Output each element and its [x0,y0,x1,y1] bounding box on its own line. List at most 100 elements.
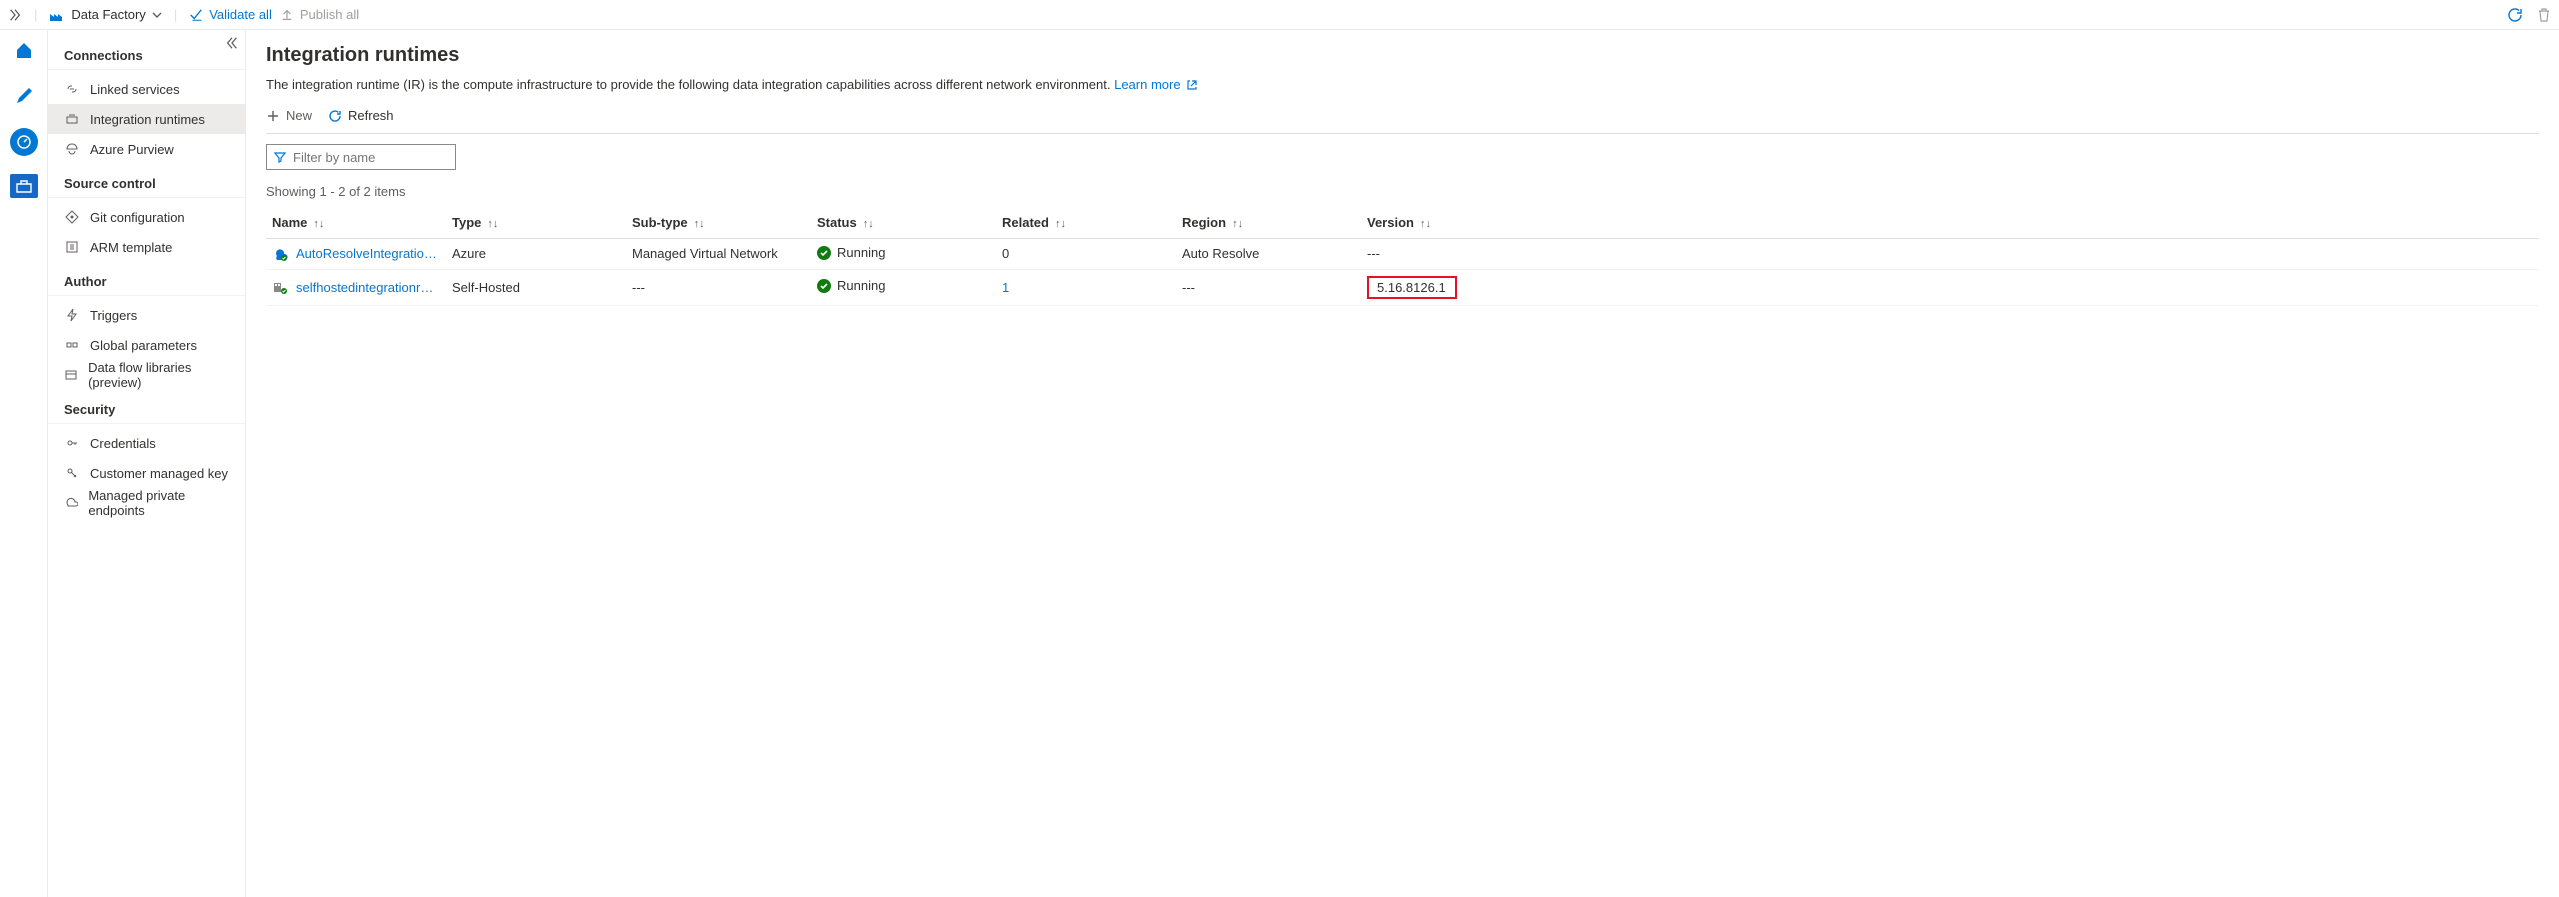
status-text: Running [837,278,885,293]
version-highlight-box: 5.16.8126.1 [1367,276,1457,299]
sidebar-item-credentials[interactable]: Credentials [48,428,245,458]
refresh-icon [328,109,342,123]
sidebar-item-azure-purview[interactable]: Azure Purview [48,134,245,164]
sidebar-item-global-parameters[interactable]: Global parameters [48,330,245,360]
name-text: AutoResolveIntegrationR... [296,246,440,261]
sidebar-item-triggers[interactable]: Triggers [48,300,245,330]
filter-row [266,144,2539,170]
sidebar-item-integration-runtimes[interactable]: Integration runtimes [48,104,245,134]
version-cell: 5.16.8126.1 [1361,269,2539,305]
type-cell: Self-Hosted [446,269,626,305]
rail-monitor[interactable] [10,128,38,156]
sidebar-item-git-configuration[interactable]: Git configuration [48,202,245,232]
breadcrumb: | Data Factory | Validate all Publish al… [8,7,359,22]
plus-icon [266,109,280,123]
name-cell[interactable]: selfhostedintegrationrun... [266,269,446,305]
home-icon [14,40,34,60]
status-cell: Running [811,239,996,270]
sidebar-item-arm-template[interactable]: ARM template [48,232,245,262]
name-text: selfhostedintegrationrun... [296,280,440,295]
col-subtype-header[interactable]: Sub-type↑↓ [626,207,811,239]
refresh-button[interactable]: Refresh [328,108,394,123]
sidebar-item-customer-managed-key[interactable]: Customer managed key [48,458,245,488]
main-area: Connections Linked services Integration … [0,30,2559,897]
table-row: AutoResolveIntegrationR... AzureManaged V… [266,239,2539,270]
type-cell: Azure [446,239,626,270]
data-flow-libraries-icon [64,368,78,382]
rail-manage[interactable] [10,174,38,198]
top-bar: | Data Factory | Validate all Publish al… [0,0,2559,30]
related-cell[interactable]: 1 [996,269,1176,305]
expand-nav-button[interactable] [8,8,22,22]
toolbar-divider [266,133,2539,134]
related-cell: 0 [996,239,1176,270]
col-type-header[interactable]: Type↑↓ [446,207,626,239]
left-rail [0,30,48,897]
discard-button[interactable] [2537,7,2551,23]
sidebar-item-managed-private-endpoints[interactable]: Managed private endpoints [48,488,245,518]
chevron-right-double-icon [8,8,22,22]
validate-icon [189,8,203,22]
region-cell: --- [1176,269,1361,305]
sidebar-item-label: Global parameters [90,338,197,353]
sort-icon: ↑↓ [487,218,498,230]
sidebar-item-data-flow-libraries[interactable]: Data flow libraries (preview) [48,360,245,390]
toolbox-icon [15,178,33,194]
side-panel: Connections Linked services Integration … [48,30,246,897]
col-version-header[interactable]: Version↑↓ [1361,207,2539,239]
publish-all-button[interactable]: Publish all [280,7,359,22]
validate-all-label: Validate all [209,7,272,22]
linked-services-icon [64,82,80,96]
sidebar-item-label: Credentials [90,436,156,451]
sort-icon: ↑↓ [1055,218,1066,230]
new-button-label: New [286,108,312,123]
gauge-icon [16,134,32,150]
sort-icon: ↑↓ [863,218,874,230]
col-status-header[interactable]: Status↑↓ [811,207,996,239]
credentials-icon [64,436,80,450]
breadcrumb-data-factory[interactable]: Data Factory [49,7,161,22]
git-icon [64,210,80,224]
sidebar-item-label: Linked services [90,82,180,97]
region-cell: Auto Resolve [1176,239,1361,270]
col-region-header[interactable]: Region↑↓ [1176,207,1361,239]
col-related-header[interactable]: Related↑↓ [996,207,1176,239]
collapse-sidepanel-button[interactable] [225,36,239,50]
filter-by-name-input[interactable] [266,144,456,170]
section-security-title: Security [48,390,245,423]
chevron-left-double-icon [225,36,239,50]
trash-icon [2537,7,2551,23]
validate-all-button[interactable]: Validate all [189,7,272,22]
triggers-icon [64,308,80,322]
content-toolbar: New Refresh [266,106,2539,133]
sub-type-cell: Managed Virtual Network [626,239,811,270]
version-cell: --- [1361,239,2539,270]
name-cell[interactable]: AutoResolveIntegrationR... [266,239,446,270]
status-running-icon [817,279,831,293]
rail-home[interactable] [8,36,40,64]
data-factory-icon [49,8,65,22]
arm-template-icon [64,240,80,254]
page-title: Integration runtimes [266,44,2539,67]
status-text: Running [837,245,885,260]
filter-input-container [266,144,456,170]
rail-author[interactable] [8,82,40,110]
section-connections-title: Connections [48,36,245,69]
global-refresh-button[interactable] [2507,7,2523,23]
sidebar-item-linked-services[interactable]: Linked services [48,74,245,104]
status-cell: Running [811,269,996,305]
customer-managed-key-icon [64,466,80,480]
sidebar-item-label: Azure Purview [90,142,174,157]
top-bar-right [2507,7,2551,23]
sidebar-item-label: Managed private endpoints [88,488,229,518]
breadcrumb-data-factory-label: Data Factory [71,7,145,22]
table-row: selfhostedintegrationrun... Self-Hosted --… [266,269,2539,305]
status-running-icon [817,246,831,260]
new-button[interactable]: New [266,108,312,123]
pencil-icon [14,86,34,106]
learn-more-link[interactable]: Learn more [1114,77,1198,92]
sidebar-item-label: Data flow libraries (preview) [88,360,229,390]
related-link[interactable]: 1 [1002,280,1009,295]
publish-all-label: Publish all [300,7,359,22]
col-name-header[interactable]: Name↑↓ [266,207,446,239]
